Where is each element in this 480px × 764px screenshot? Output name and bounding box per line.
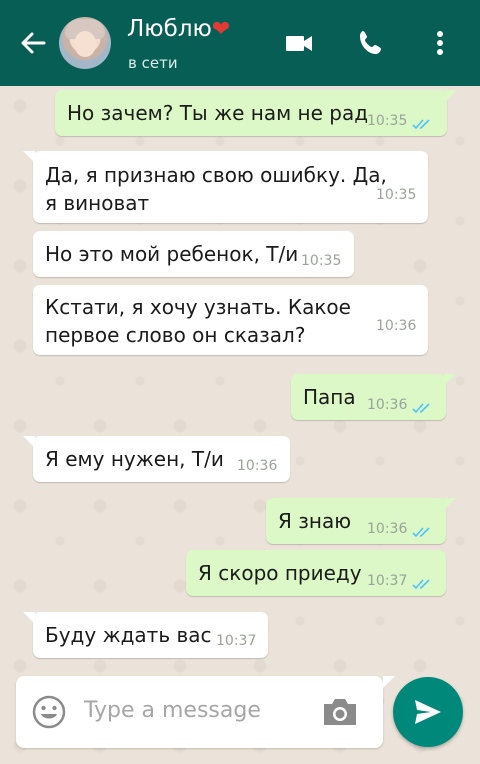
contact-status: в сети [128,54,178,72]
heart-emoji: ❤ [211,17,231,42]
message-outgoing[interactable]: Я скоро приеду 10:37 [186,550,446,596]
message-time: 10:36 [367,397,408,413]
camera-icon[interactable] [321,696,359,732]
message-text-line: Да, я признаю свою ошибку. Да, [45,163,387,187]
message-incoming[interactable]: Буду ждать вас 10:37 [23,612,268,658]
message-text: Папа [303,385,356,409]
message-text: Но зачем? Ты же нам не рад [67,101,369,125]
message-text: Но это мой ребенок, Т/и [45,242,299,266]
back-arrow-icon[interactable] [18,28,48,58]
message-incoming[interactable]: Да, я признаю свою ошибку. Да, я виноват… [23,151,428,223]
send-icon [415,700,441,724]
contact-name-text: Люблю [127,16,212,42]
message-time: 10:35 [376,187,417,203]
message-incoming[interactable]: Кстати, я хочу узнать. Какое первое слов… [33,285,428,355]
send-button[interactable] [393,677,463,747]
message-text: Я ему нужен, Т/и [45,447,224,471]
contact-avatar[interactable] [59,17,111,69]
chat-header: Люблю❤ в сети [0,0,480,86]
message-time: 10:37 [367,573,408,589]
message-incoming[interactable]: Я ему нужен, Т/и 10:36 [23,436,290,482]
message-time: 10:35 [367,113,408,129]
message-time: 10:36 [367,521,408,537]
message-time: 10:36 [237,458,278,474]
message-time: 10:37 [216,633,257,649]
message-time: 10:36 [376,318,417,334]
double-tick-icon [412,517,432,538]
more-vert-icon[interactable] [434,28,446,62]
message-time: 10:35 [301,253,342,269]
message-incoming[interactable]: Но это мой ребенок, Т/и 10:35 [33,231,354,277]
emoji-icon[interactable] [31,694,67,734]
message-text-line: Кстати, я хочу узнать. Какое [45,295,351,319]
message-input[interactable]: Type a message [84,698,261,723]
phone-icon[interactable] [356,28,386,62]
double-tick-icon [412,393,432,414]
message-outgoing[interactable]: Но зачем? Ты же нам не рад 10:35 [55,90,457,136]
double-tick-icon [412,569,432,590]
double-tick-icon [412,109,432,130]
video-call-icon[interactable] [284,28,314,62]
message-text: Буду ждать вас [45,623,212,647]
message-outgoing[interactable]: Я знаю 10:36 [266,498,456,544]
message-outgoing[interactable]: Папа 10:36 [291,374,456,420]
contact-name[interactable]: Люблю❤ [127,16,230,42]
message-text: Я скоро приеду [198,561,362,585]
message-composer[interactable]: Type a message [16,676,395,748]
message-text-line: первое слово он сказал? [45,323,306,347]
message-text-line: я виноват [45,191,150,215]
message-text: Я знаю [278,509,352,533]
